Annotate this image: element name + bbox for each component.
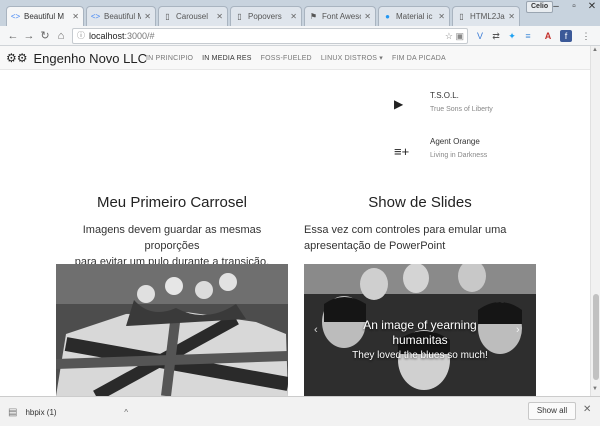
page-icon: ▯ (237, 12, 242, 21)
home-icon[interactable]: ⌂ (54, 29, 68, 43)
chevron-up-icon[interactable]: ^ (124, 408, 128, 417)
font-extension-icon[interactable]: A (542, 30, 554, 42)
tab-4[interactable]: ▯ Popovers ✕ (230, 6, 302, 26)
close-icon[interactable]: ✕ (508, 12, 515, 21)
cogs-icon: ⚙⚙ (6, 51, 28, 65)
url-path: :3000/# (124, 31, 155, 41)
playlist-add-icon[interactable]: ≡+ (394, 144, 409, 159)
slides-description: Essa vez com controles para emular uma a… (304, 222, 536, 254)
nav-link-fim-da-picada[interactable]: FIM DA PICADA (392, 55, 446, 62)
twitter-extension-icon[interactable]: ✦ (506, 30, 518, 42)
material-icon: ● (385, 12, 390, 21)
reload-icon[interactable]: ↻ (38, 29, 52, 43)
download-bar: ▤ hbpix (1) ^ Show all ✕ (0, 396, 600, 426)
file-icon: ▤ (8, 406, 18, 418)
nav-link-foss-fueled[interactable]: FOSS-FUELED (261, 55, 312, 62)
nav-link-in-media-res[interactable]: IN MEDIA RES (202, 55, 251, 62)
tab-strip: <> Beautiful M ✕ <> Beautiful M ✕ ▯ Caro… (0, 0, 600, 26)
page-extension-icon[interactable]: ▣ (455, 29, 464, 43)
arrows-extension-icon[interactable]: ⇄ (490, 30, 502, 42)
scroll-up-icon[interactable]: ▲ (592, 47, 598, 53)
tab-title: Popovers (248, 12, 282, 21)
page-scrollbar[interactable]: ▲ ▼ (590, 46, 600, 396)
vue-extension-icon[interactable]: V (474, 30, 486, 42)
show-all-button[interactable]: Show all (528, 402, 576, 420)
url-host: localhost (89, 31, 125, 41)
tab-title: Carousel (176, 12, 209, 21)
media-subtitle: True Sons of Liberty (430, 106, 493, 113)
brand-name: Engenho Novo LLC (33, 50, 147, 66)
info-icon[interactable]: ⓘ (77, 29, 85, 43)
scroll-down-icon[interactable]: ▼ (592, 386, 598, 392)
facebook-extension-icon[interactable]: f (560, 30, 572, 42)
nav-link-in-principio[interactable]: IN PRINCIPIO (146, 55, 193, 62)
site-navbar: ⚙⚙ Engenho Novo LLC IN PRINCIPIO IN MEDI… (0, 46, 590, 70)
media-title: Agent Orange (430, 137, 480, 146)
download-filename: hbpix (1) (25, 407, 57, 417)
carousel-next-icon[interactable]: › (516, 324, 520, 336)
carousel-prev-icon[interactable]: ‹ (314, 324, 318, 336)
slides-heading: Show de Slides (368, 194, 472, 211)
tab-2[interactable]: <> Beautiful M ✕ (86, 6, 156, 26)
brand[interactable]: ⚙⚙ Engenho Novo LLC (6, 49, 147, 67)
media-subtitle: Living in Darkness (430, 152, 488, 159)
media-item: ▶ T.S.O.L. True Sons of Liberty (394, 88, 554, 118)
play-icon[interactable]: ▶ (394, 97, 403, 111)
browser-toolbar: ← → ↻ ⌂ ⓘ localhost:3000/# ☆ ▣ V ⇄ ✦ ≡ A… (0, 26, 600, 46)
bookmark-star-icon[interactable]: ☆ (445, 29, 453, 43)
address-bar[interactable]: ⓘ localhost:3000/# ☆ ▣ (72, 28, 468, 44)
media-item: ≡+ Agent Orange Living in Darkness (394, 134, 554, 164)
carousel-image[interactable] (56, 264, 288, 396)
page-viewport: ⚙⚙ Engenho Novo LLC IN PRINCIPIO IN MEDI… (0, 46, 590, 396)
media-title: T.S.O.L. (430, 91, 459, 100)
caption-text: They loved the blues so much! (352, 350, 488, 361)
close-icon[interactable]: ✕ (216, 12, 223, 21)
lines-extension-icon[interactable]: ≡ (522, 30, 534, 42)
forward-arrow-icon[interactable]: → (22, 29, 36, 43)
tab-5[interactable]: ⚑ Font Aweso ✕ (304, 6, 376, 26)
nav-link-linux-distros[interactable]: LINUX DISTROS ▾ (321, 54, 383, 62)
close-icon[interactable]: ✕ (290, 12, 297, 21)
close-icon[interactable]: ✕ (144, 12, 151, 21)
page-icon: ▯ (165, 12, 170, 21)
carousel-heading: Meu Primeiro Carrosel (96, 194, 248, 211)
flag-icon: ⚑ (309, 12, 318, 21)
download-item[interactable]: ▤ hbpix (1) ^ (8, 402, 136, 422)
menu-dots-icon[interactable]: ⋮ (580, 30, 592, 42)
close-icon[interactable]: ✕ (364, 12, 371, 21)
band-flag-photo (56, 264, 288, 396)
tab-3[interactable]: ▯ Carousel ✕ (158, 6, 228, 26)
tab-1[interactable]: <> Beautiful M ✕ (6, 6, 84, 26)
tab-title: Beautiful M (24, 12, 65, 21)
minimize-icon[interactable]: – (546, 0, 566, 13)
window-close-icon[interactable]: ✕ (582, 0, 600, 13)
maximize-icon[interactable]: ▫ (564, 0, 584, 13)
close-icon[interactable]: ✕ (72, 12, 79, 21)
close-icon[interactable]: ✕ (438, 12, 445, 21)
tab-title: Material ic (396, 12, 433, 21)
nav-links: IN PRINCIPIO IN MEDIA RES FOSS-FUELED LI… (146, 46, 455, 70)
scrollbar-thumb[interactable] (593, 294, 599, 380)
description-line: Imagens devem guardar as mesmas proporçõ… (82, 224, 262, 252)
page-icon: ▯ (459, 12, 464, 21)
caption-title: An image of yearning humanitas (363, 318, 477, 347)
close-icon[interactable]: ✕ (583, 404, 591, 415)
tab-title: Beautiful M (104, 12, 142, 21)
tab-7[interactable]: ▯ HTML2Jade ✕ (452, 6, 520, 26)
tab-title: HTML2Jade (470, 12, 505, 21)
carousel-description: Imagens devem guardar as mesmas proporçõ… (56, 222, 288, 270)
tab-6[interactable]: ● Material ic ✕ (378, 6, 450, 26)
angle-brackets-icon: <> (90, 12, 101, 21)
angle-brackets-icon: <> (10, 12, 21, 21)
description-line: apresentação de PowerPoint (304, 240, 446, 252)
tab-title: Font Aweso (322, 12, 362, 21)
description-line: Essa vez com controles para emular uma (304, 224, 507, 236)
slideshow-image[interactable]: ‹ › An image of yearning humanitas They … (304, 264, 536, 396)
back-arrow-icon[interactable]: ← (6, 29, 20, 43)
